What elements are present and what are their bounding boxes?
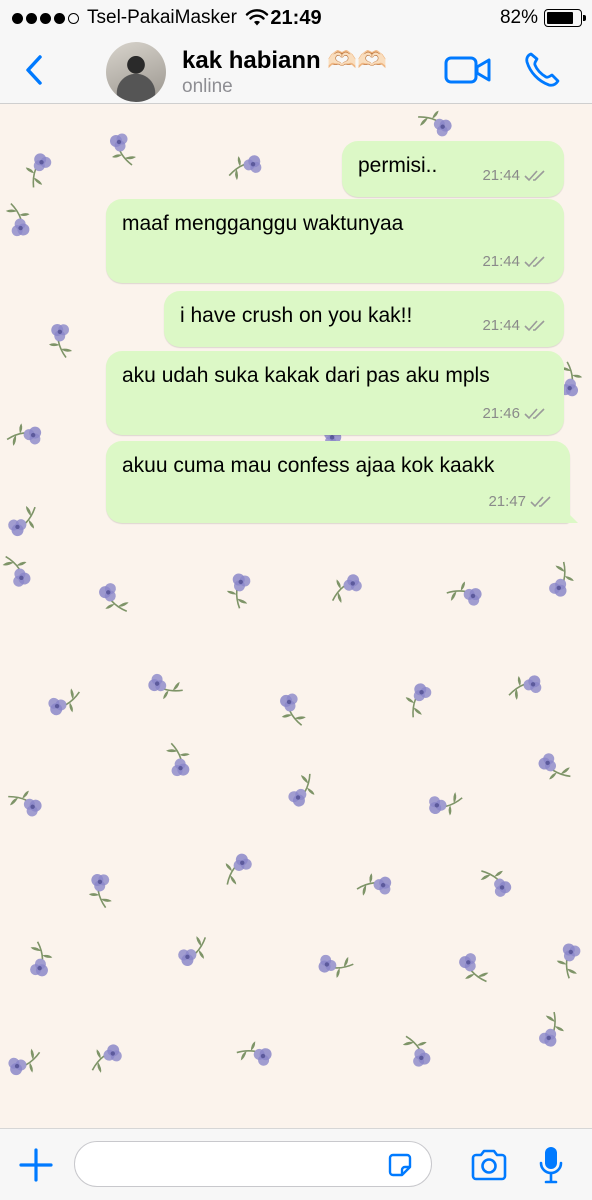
message-input-bar [0, 1128, 592, 1200]
flower-decoration [556, 943, 581, 979]
flower-decoration [459, 953, 489, 983]
video-call-icon[interactable] [444, 54, 492, 86]
flower-decoration [236, 1041, 272, 1066]
message-time: 21:47 [488, 493, 526, 510]
message-meta: 21:44 [482, 161, 548, 191]
double-check-icon [524, 320, 545, 332]
flower-decoration [148, 673, 183, 700]
message-time: 21:44 [482, 167, 520, 184]
flower-decoration [288, 773, 315, 807]
flower-decoration [5, 202, 30, 237]
double-check-icon [524, 170, 545, 182]
battery-icon [544, 9, 586, 27]
flower-decoration [429, 792, 463, 816]
flower-decoration [30, 941, 53, 977]
battery-percent: 82% [499, 7, 538, 28]
clock: 21:49 [270, 7, 322, 29]
avatar[interactable] [106, 42, 166, 102]
double-check-icon [530, 496, 551, 508]
chat-wallpaper: permisi.. 21:44 maaf mengganggu waktunya… [0, 105, 592, 1128]
flower-decoration [8, 1048, 41, 1076]
microphone-icon[interactable] [538, 1145, 564, 1185]
message-bubble[interactable]: aku udah suka kakak dari pas aku mpls 21… [106, 351, 564, 435]
flower-decoration [228, 155, 262, 181]
message-text: aku udah suka kakak dari pas aku mpls [122, 364, 490, 387]
flower-decoration [508, 675, 542, 700]
carrier-name: Tsel-PakaiMasker [87, 7, 237, 28]
flower-decoration [99, 583, 129, 612]
wifi-icon [245, 9, 269, 26]
signal-strength-icon [12, 12, 79, 24]
message-bubble[interactable]: maaf mengganggu waktunyaa 21:44 [106, 199, 564, 283]
flower-decoration [318, 954, 354, 978]
message-meta: 21:47 [488, 487, 554, 517]
flower-decoration [446, 581, 482, 606]
double-check-icon [524, 408, 545, 420]
phone-call-icon[interactable] [522, 50, 562, 90]
message-input[interactable] [74, 1141, 432, 1187]
flower-decoration [226, 573, 251, 609]
flower-decoration [8, 505, 36, 537]
camera-icon[interactable] [470, 1149, 508, 1181]
flower-decoration [480, 870, 512, 897]
flower-decoration [405, 683, 432, 718]
flower-decoration [49, 324, 73, 359]
flower-decoration [356, 873, 392, 896]
flower-decoration [25, 153, 52, 188]
message-time: 21:44 [482, 317, 520, 334]
flower-decoration [539, 1011, 564, 1047]
flower-decoration [331, 574, 362, 603]
message-text: akuu cuma mau confess ajaa kok kaakk [122, 454, 495, 477]
flower-decoration [402, 1035, 431, 1067]
flower-decoration [110, 133, 136, 166]
message-time: 21:44 [482, 253, 520, 270]
status-bar: Tsel-PakaiMasker 21:49 82% [0, 0, 592, 36]
flower-decoration [166, 742, 190, 777]
contact-name[interactable]: kak habiann 🫶🏻🫶🏻 [182, 46, 387, 75]
flower-decoration [225, 853, 252, 885]
flower-decoration [91, 1044, 122, 1073]
chat-header: kak habiann 🫶🏻🫶🏻 online [0, 36, 592, 104]
message-meta: 21:44 [482, 247, 548, 277]
flower-decoration [88, 874, 112, 909]
back-chevron-icon[interactable] [20, 52, 50, 88]
sticker-icon[interactable] [386, 1151, 414, 1179]
flower-decoration [178, 936, 207, 967]
message-meta: 21:46 [482, 399, 548, 429]
flower-decoration [48, 688, 81, 716]
battery-indicator: 82% [499, 7, 586, 29]
message-bubble[interactable]: i have crush on you kak!! 21:44 [164, 291, 564, 347]
flower-decoration [8, 790, 42, 817]
message-meta: 21:44 [482, 311, 548, 341]
plus-icon[interactable] [18, 1147, 54, 1183]
message-text: maaf mengganggu waktunyaa [122, 212, 404, 235]
flower-decoration [280, 693, 306, 726]
contact-status: online [182, 76, 233, 97]
message-time: 21:46 [482, 405, 520, 422]
flower-decoration [2, 555, 31, 587]
flower-decoration [549, 561, 574, 597]
message-bubble[interactable]: permisi.. 21:44 [342, 141, 564, 197]
flower-decoration [538, 753, 571, 780]
flower-decoration [6, 423, 42, 446]
message-bubble[interactable]: akuu cuma mau confess ajaa kok kaakk 21:… [106, 441, 570, 523]
double-check-icon [524, 256, 545, 268]
